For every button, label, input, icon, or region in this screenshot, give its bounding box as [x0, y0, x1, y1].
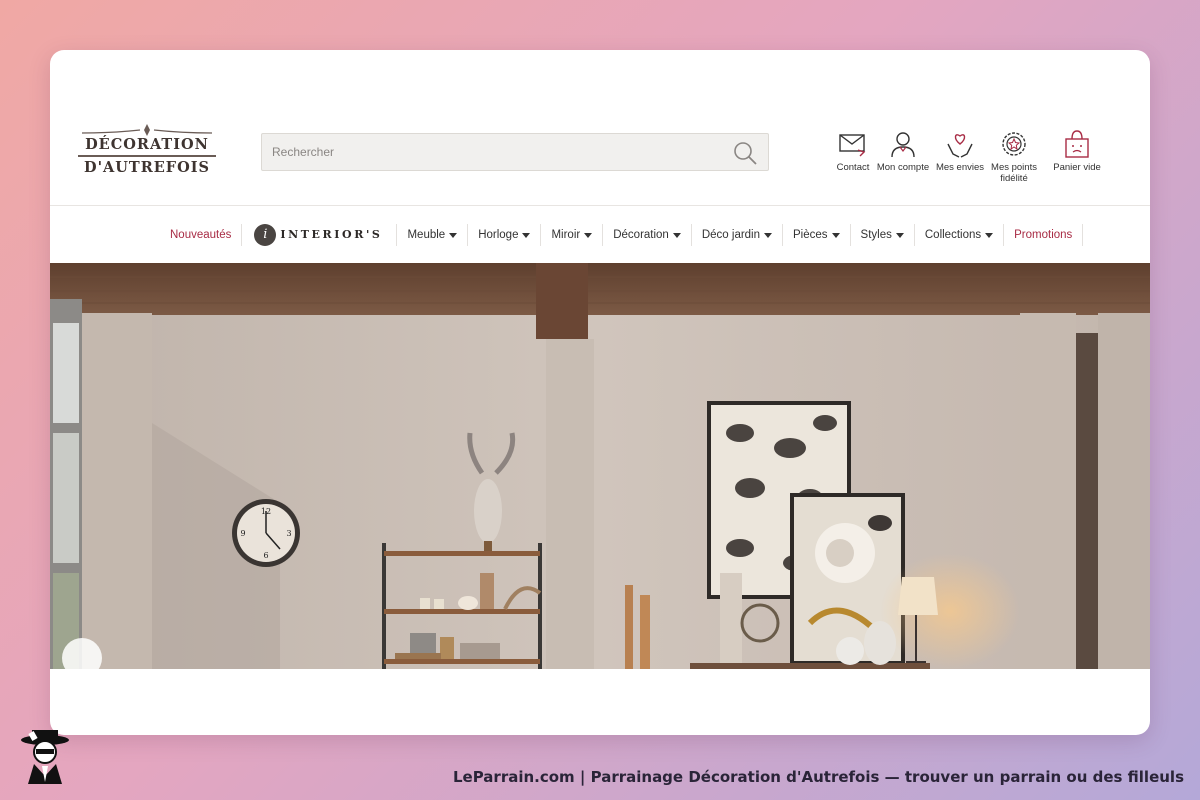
nav-label: Promotions: [1014, 229, 1073, 241]
logo-line-1: DÉCORATION: [85, 136, 209, 153]
nav-item-nouveautes[interactable]: Nouveautés: [160, 224, 243, 246]
nav-items: Nouveautés i INTERIOR'S Meuble Horloge M…: [160, 206, 1084, 264]
hero-interior-image: 12 3 6 9: [50, 263, 1150, 669]
nav-item-meuble[interactable]: Meuble: [397, 224, 469, 246]
contact-link[interactable]: Contact: [830, 130, 876, 173]
nav-label: Nouveautés: [170, 229, 232, 241]
caret-down-icon: [584, 232, 593, 238]
nav-item-collections[interactable]: Collections: [915, 224, 1005, 246]
wishlist-label: Mes envies: [935, 162, 985, 173]
loyalty-label: Mes points fidélité: [991, 162, 1037, 184]
search-box: [261, 133, 769, 171]
nav-label: Styles: [860, 229, 892, 241]
nav-label: Horloge: [478, 229, 519, 241]
cart-link[interactable]: Panier vide: [1050, 130, 1104, 173]
caret-down-icon: [831, 232, 840, 238]
svg-text:3: 3: [286, 529, 291, 538]
contact-label: Contact: [836, 162, 870, 173]
search-input[interactable]: [262, 134, 702, 170]
caret-down-icon: [985, 232, 994, 238]
heart-hands-icon: [947, 134, 973, 158]
site-logo[interactable]: DÉCORATION D'AUTREFOIS: [72, 124, 222, 192]
nav-label: Collections: [924, 229, 982, 241]
caret-down-icon: [522, 232, 531, 238]
site-header: DÉCORATION D'AUTREFOIS Contact: [50, 50, 1150, 206]
leparrain-mascot-icon: [21, 730, 69, 784]
logo-rule: [78, 155, 216, 157]
nav-item-decoration[interactable]: Décoration: [603, 224, 692, 246]
wishlist-link[interactable]: Mes envies: [934, 130, 986, 173]
hero-banner[interactable]: 12 3 6 9: [50, 263, 1150, 669]
interiors-logo-icon: i: [254, 224, 277, 246]
loyalty-link[interactable]: Mes points fidélité: [986, 130, 1042, 184]
nav-label: Décoration: [613, 229, 669, 241]
caret-down-icon: [672, 232, 681, 238]
account-label: Mon compte: [876, 162, 930, 173]
user-icon: [891, 132, 915, 158]
nav-label: Pièces: [793, 229, 828, 241]
caret-down-icon: [764, 232, 773, 238]
account-link[interactable]: Mon compte: [876, 130, 930, 173]
caret-down-icon: [895, 232, 904, 238]
nav-item-miroir[interactable]: Miroir: [541, 224, 604, 246]
caret-down-icon: [449, 232, 458, 238]
search-icon[interactable]: [732, 140, 758, 166]
logo-ornament-icon: [81, 124, 213, 136]
svg-text:12: 12: [261, 507, 271, 516]
nav-item-pieces[interactable]: Pièces: [783, 224, 851, 246]
nav-item-promotions[interactable]: Promotions: [1004, 224, 1084, 246]
logo-line-2: D'AUTREFOIS: [84, 159, 210, 176]
nav-item-deco-jardin[interactable]: Déco jardin: [692, 224, 784, 246]
nav-item-styles[interactable]: Styles: [851, 224, 915, 246]
svg-text:9: 9: [240, 529, 245, 538]
nav-item-interiors[interactable]: i INTERIOR'S: [242, 224, 398, 246]
nav-item-horloge[interactable]: Horloge: [468, 224, 542, 246]
envelope-icon: [839, 134, 866, 157]
browser-card: DÉCORATION D'AUTREFOIS Contact: [50, 50, 1150, 735]
wall-clock: 12 3 6 9: [232, 499, 300, 567]
interiors-label: INTERIOR'S: [280, 228, 383, 241]
page-caption: LeParrain.com | Parrainage Décoration d'…: [452, 768, 1184, 786]
loyalty-badge-icon: [1002, 132, 1026, 156]
nav-label: Meuble: [407, 229, 446, 241]
svg-text:6: 6: [263, 551, 268, 560]
nav-label: Déco jardin: [701, 229, 761, 241]
shopping-bag-icon: [1065, 130, 1089, 158]
nav-label: Miroir: [551, 229, 581, 241]
cart-label: Panier vide: [1053, 162, 1101, 173]
main-navigation: Nouveautés i INTERIOR'S Meuble Horloge M…: [50, 205, 1150, 263]
